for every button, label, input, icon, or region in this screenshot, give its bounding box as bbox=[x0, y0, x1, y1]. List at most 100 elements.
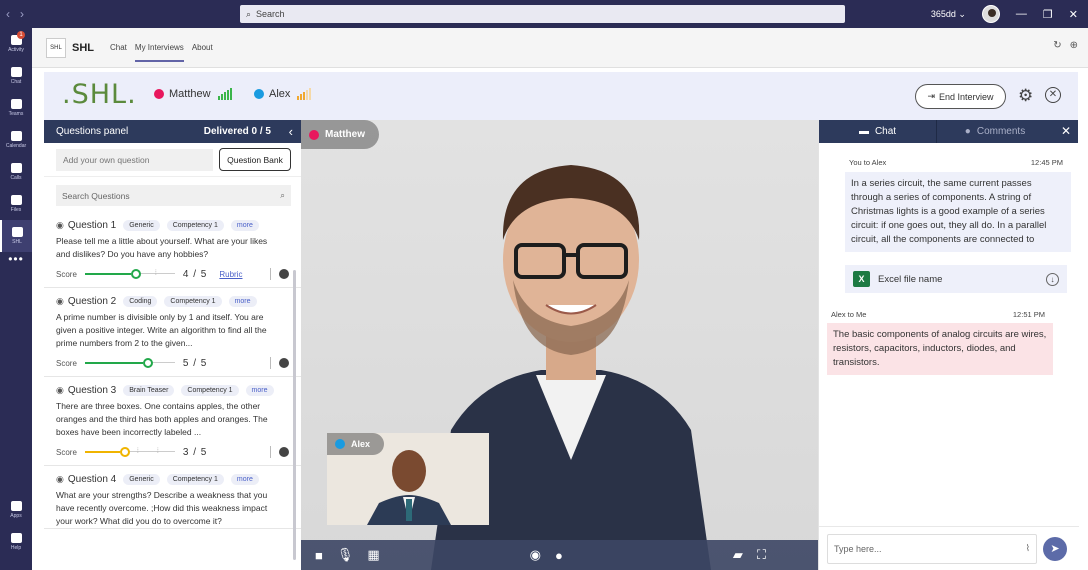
rail-item-chat[interactable]: Chat bbox=[0, 60, 32, 92]
globe-icon[interactable]: ⊕ bbox=[1070, 40, 1078, 51]
teams-icon bbox=[10, 99, 22, 109]
question-tag: Competency 1 bbox=[166, 220, 224, 231]
rubric-link[interactable]: Rubric bbox=[219, 270, 242, 279]
paperclip-icon[interactable]: ⌇ bbox=[1026, 543, 1030, 554]
more-tags-link[interactable]: more bbox=[228, 296, 257, 307]
rail-item-teams[interactable]: Teams bbox=[0, 92, 32, 124]
question-card[interactable]: ◉ Question 4 Generic Competency 1 more W… bbox=[44, 466, 301, 529]
question-card[interactable]: ◉ Question 1 Generic Competency 1 more P… bbox=[44, 212, 301, 288]
score-slider[interactable]: ⁞ bbox=[84, 268, 175, 280]
account-switcher[interactable]: 365dd ⌄ bbox=[931, 9, 966, 20]
question-title: ◉ Question 1 Generic Competency 1 more bbox=[56, 220, 289, 231]
chat-bubble-icon[interactable]: ● bbox=[555, 548, 563, 563]
camera-icon[interactable]: ■ bbox=[315, 548, 323, 563]
pip-video-label: Alex bbox=[327, 433, 385, 455]
history-nav: ‹ › bbox=[0, 7, 40, 21]
eye-icon[interactable]: ◉ bbox=[56, 220, 64, 231]
rail-item-files[interactable]: Files bbox=[0, 188, 32, 220]
download-icon[interactable]: ↓ bbox=[1046, 272, 1059, 286]
maximize-icon[interactable]: ❐ bbox=[1043, 8, 1053, 21]
video-stage: Matthew Alex ■ 🎙 ▦ ◉ ● ▰ ⛶ bbox=[301, 120, 818, 570]
avatar[interactable] bbox=[981, 5, 1000, 23]
rail-item-calls[interactable]: Calls bbox=[0, 156, 32, 188]
tab-chat[interactable]: Chat bbox=[110, 28, 127, 68]
screen-share-icon[interactable]: ⛶ bbox=[757, 547, 766, 563]
global-search-input[interactable]: ⌕ Search bbox=[240, 5, 845, 23]
more-tags-link[interactable]: more bbox=[230, 220, 259, 231]
question-tag: Coding bbox=[123, 296, 158, 307]
participant-dot bbox=[254, 89, 264, 99]
participant-dot bbox=[335, 439, 345, 449]
add-question-row: Question Bank bbox=[44, 143, 301, 177]
rail-item-calendar[interactable]: Calendar bbox=[0, 124, 32, 156]
app-logo: SHL bbox=[46, 37, 66, 58]
collapse-panel-icon[interactable]: ‹ bbox=[289, 124, 293, 139]
app-header: SHL SHL Chat My Interviews About ↻ ⊕ bbox=[32, 28, 1088, 68]
question-tag: Competency 1 bbox=[164, 296, 222, 307]
participant-dot bbox=[154, 89, 164, 99]
eye-icon[interactable]: ◉ bbox=[56, 474, 64, 485]
more-options-icon[interactable] bbox=[279, 447, 289, 457]
rail-item-help[interactable]: Help bbox=[0, 526, 32, 558]
received-message: The basic components of analog circuits … bbox=[827, 323, 1053, 375]
close-icon[interactable]: ✕ bbox=[1061, 124, 1071, 138]
question-tag: Generic bbox=[123, 220, 160, 231]
close-icon[interactable]: ✕ bbox=[1069, 8, 1078, 21]
question-bank-button[interactable]: Question Bank bbox=[219, 148, 291, 171]
chat-panel: ▬ Chat ● Comments ✕ You to Alex 12:45 PM… bbox=[818, 120, 1079, 570]
app-rail: Activity 1 Chat Teams Calendar Calls File… bbox=[0, 28, 32, 570]
score-slider[interactable] bbox=[84, 357, 175, 369]
chat-toggle-icon[interactable]: ▰ bbox=[733, 547, 743, 563]
search-questions-input[interactable]: Search Questions ⌕ bbox=[56, 185, 291, 206]
send-button[interactable]: ➤ bbox=[1043, 536, 1067, 561]
more-tags-link[interactable]: more bbox=[245, 385, 274, 396]
back-arrow-icon[interactable]: ‹ bbox=[6, 7, 10, 21]
grid-icon[interactable]: ▦ bbox=[367, 547, 379, 563]
refresh-icon[interactable]: ↻ bbox=[1053, 40, 1061, 51]
question-tag: Generic bbox=[123, 474, 160, 485]
chat-input[interactable]: Type here... ⌇ bbox=[827, 533, 1037, 564]
phone-icon bbox=[10, 163, 22, 173]
notification-badge: 1 bbox=[17, 31, 25, 39]
score-row: Score ⁞ 4 / 5 Rubric bbox=[56, 261, 289, 287]
score-slider[interactable]: ⁞ ⁞ bbox=[84, 446, 175, 458]
more-tags-link[interactable]: more bbox=[230, 474, 259, 485]
questions-panel-header: Questions panel Delivered 0 / 5 ‹ bbox=[44, 120, 301, 143]
eye-icon[interactable]: ◉ bbox=[56, 385, 64, 396]
chat-compose: Type here... ⌇ ➤ bbox=[819, 526, 1079, 570]
video-controls: ■ 🎙 ▦ ◉ ● ▰ ⛶ bbox=[301, 540, 818, 570]
divider bbox=[270, 446, 271, 458]
tab-my-interviews[interactable]: My Interviews bbox=[134, 28, 184, 68]
microphone-icon[interactable]: 🎙 bbox=[337, 547, 354, 563]
rail-item-activity[interactable]: Activity 1 bbox=[0, 28, 32, 60]
pip-video-feed[interactable]: Alex bbox=[327, 433, 489, 525]
rail-item-shl[interactable]: SHL bbox=[0, 220, 32, 252]
score-value: 4 / 5 bbox=[182, 268, 208, 280]
question-card[interactable]: ◉ Question 2 Coding Competency 1 more A … bbox=[44, 288, 301, 377]
end-interview-button[interactable]: ⇥ End Interview bbox=[915, 84, 1006, 109]
shl-logo: .SHL. bbox=[62, 79, 137, 110]
file-attachment[interactable]: X Excel file name ↓ bbox=[845, 265, 1067, 293]
more-apps-icon[interactable]: ••• bbox=[0, 252, 32, 276]
question-title: ◉ Question 3 Brain Teaser Competency 1 m… bbox=[56, 385, 289, 396]
eye-icon[interactable]: ◉ bbox=[56, 296, 64, 307]
signal-strength-icon bbox=[297, 88, 312, 100]
record-icon[interactable]: ◉ bbox=[530, 547, 541, 563]
rail-item-apps[interactable]: Apps bbox=[0, 494, 32, 526]
tab-about[interactable]: About bbox=[192, 28, 213, 68]
tab-comments[interactable]: ● Comments bbox=[936, 120, 1053, 143]
interview-header: .SHL. Matthew Alex ⇥ End Interview ⚙ ✕ bbox=[44, 72, 1078, 120]
question-card[interactable]: ◉ Question 3 Brain Teaser Competency 1 m… bbox=[44, 377, 301, 466]
help-icon bbox=[10, 533, 22, 543]
more-options-icon[interactable] bbox=[279, 269, 289, 279]
scrollbar[interactable] bbox=[293, 270, 296, 560]
add-question-input[interactable] bbox=[56, 148, 213, 171]
shl-app-icon bbox=[11, 227, 23, 237]
more-options-icon[interactable] bbox=[279, 358, 289, 368]
forward-arrow-icon[interactable]: › bbox=[20, 7, 24, 21]
signal-strength-icon bbox=[217, 88, 232, 100]
tab-chat-panel[interactable]: ▬ Chat bbox=[819, 120, 936, 143]
close-circle-icon[interactable]: ✕ bbox=[1045, 87, 1061, 103]
gear-icon[interactable]: ⚙ bbox=[1018, 87, 1033, 104]
minimize-icon[interactable]: — bbox=[1016, 8, 1027, 20]
